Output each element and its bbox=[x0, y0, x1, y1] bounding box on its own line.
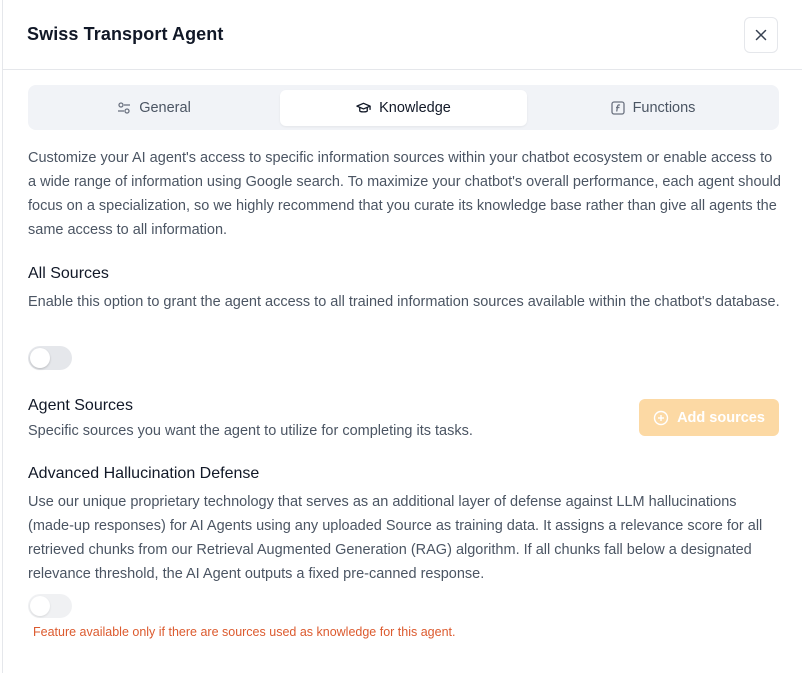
graduation-cap-icon bbox=[356, 102, 371, 113]
plus-circle-icon bbox=[653, 410, 669, 425]
toggle-knob bbox=[30, 596, 50, 616]
function-icon bbox=[610, 101, 625, 115]
add-sources-label: Add sources bbox=[677, 409, 765, 426]
tab-bar: General Knowledge Functions bbox=[28, 85, 779, 130]
hallucination-toggle[interactable] bbox=[28, 594, 72, 618]
sliders-icon bbox=[118, 102, 131, 114]
tab-functions[interactable]: Functions bbox=[529, 90, 777, 126]
dialog-title: Swiss Transport Agent bbox=[27, 24, 224, 44]
toggle-knob bbox=[30, 348, 50, 368]
tab-functions-label: Functions bbox=[632, 100, 696, 116]
hallucination-description: Use our unique proprietary technology th… bbox=[28, 494, 763, 582]
add-sources-button[interactable]: Add sources bbox=[639, 399, 779, 436]
all-sources-description: Enable this option to grant the agent ac… bbox=[28, 294, 780, 310]
agent-sources-description: Specific sources you want the agent to u… bbox=[28, 423, 473, 439]
tab-general-label: General bbox=[139, 100, 191, 116]
dialog-header: Swiss Transport Agent bbox=[3, 0, 802, 70]
agent-dialog: Swiss Transport Agent General Knowledge bbox=[2, 0, 802, 673]
close-icon bbox=[755, 29, 767, 41]
agent-sources-heading: Agent Sources bbox=[28, 397, 133, 414]
all-sources-toggle[interactable] bbox=[28, 346, 72, 370]
hallucination-warning: Feature available only if there are sour… bbox=[33, 625, 456, 639]
close-button[interactable] bbox=[744, 17, 778, 53]
tab-knowledge[interactable]: Knowledge bbox=[280, 90, 527, 126]
tab-knowledge-label: Knowledge bbox=[379, 100, 451, 116]
hallucination-heading: Advanced Hallucination Defense bbox=[28, 465, 260, 482]
all-sources-heading: All Sources bbox=[28, 265, 109, 282]
tab-general[interactable]: General bbox=[30, 90, 278, 126]
intro-text: Customize your AI agent's access to spec… bbox=[28, 150, 781, 238]
